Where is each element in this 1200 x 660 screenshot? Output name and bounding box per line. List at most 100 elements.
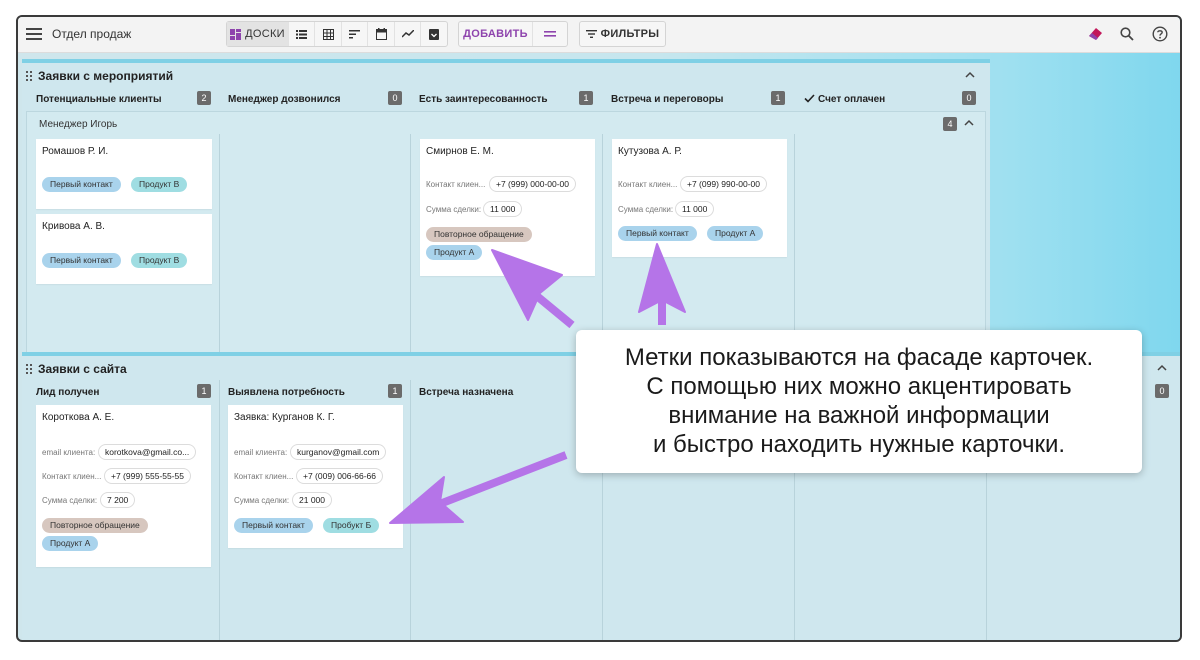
count-badge: 1	[771, 91, 785, 105]
kanban-card[interactable]: Кутузова А. Р. Контакт клиен... +7 (099)…	[612, 139, 787, 257]
kanban-card[interactable]: Короткова А. Е. email клиента: korotkova…	[36, 405, 211, 567]
table-view-button[interactable]	[315, 22, 342, 46]
filters-label: ФИЛЬТРЫ	[600, 28, 660, 40]
column-divider	[410, 134, 411, 352]
card-title: Заявка: Курганов К. Г.	[234, 412, 335, 423]
callout-line: и быстро находить нужные карточки.	[652, 431, 1066, 458]
kanban-card[interactable]: Ромашов Р. И. Первый контакт Продукт В	[36, 139, 212, 209]
column-divider	[794, 134, 795, 352]
kanban-card[interactable]: Смирнов Е. М. Контакт клиен... +7 (999) …	[420, 139, 595, 276]
sort-button[interactable]	[342, 22, 368, 46]
view-switcher: ДОСКИ	[226, 21, 448, 47]
column-divider	[410, 380, 411, 640]
column-header: Счет оплачен	[818, 93, 886, 105]
callout-line: Метки показываются на фасаде карточек.	[624, 344, 1094, 371]
tag-chip: Первый контакт	[42, 177, 121, 192]
tag-chip: Повторное обращение	[426, 227, 532, 242]
list-view-button[interactable]	[289, 22, 315, 46]
archive-button[interactable]	[421, 22, 447, 46]
boards-view-button[interactable]: ДОСКИ	[227, 22, 289, 46]
tag-chip: Продукт А	[707, 226, 764, 241]
sum-value: 21 000	[292, 492, 332, 508]
sum-value: 11 000	[483, 201, 523, 217]
count-badge: 1	[388, 384, 402, 398]
check-icon	[804, 94, 815, 103]
search-icon[interactable]	[1118, 25, 1136, 43]
field-label: Контакт клиен...	[618, 180, 678, 189]
column-divider	[219, 380, 220, 640]
app-window: Отдел продаж ДОСКИ ДОБАВИТЬ ФИЛЬТРЫ Заяв…	[16, 15, 1182, 642]
card-title: Кривова А. В.	[42, 221, 105, 232]
field-label: Сумма сделки:	[234, 496, 290, 505]
count-badge: 0	[962, 91, 976, 105]
chevron-up-icon[interactable]	[964, 70, 976, 80]
drag-icon[interactable]	[26, 364, 34, 374]
tag-chip: Продукт В	[131, 177, 188, 192]
panel-title: Заявки с мероприятий	[38, 69, 174, 83]
count-badge: 2	[197, 91, 211, 105]
lane-title: Менеджер Игорь	[39, 119, 118, 130]
column-header: Лид получен	[36, 386, 100, 398]
sum-value: 11 000	[675, 201, 715, 217]
add-button[interactable]: ДОБАВИТЬ	[459, 22, 533, 46]
tag-chip: Первый контакт	[618, 226, 697, 241]
chevron-up-icon[interactable]	[1156, 363, 1168, 373]
count-badge: 0	[388, 91, 402, 105]
kanban-card[interactable]: Кривова А. В. Первый контакт Продукт В	[36, 214, 212, 284]
kanban-card[interactable]: Заявка: Курганов К. Г. email клиента: ku…	[228, 405, 403, 548]
table-icon	[322, 28, 334, 40]
archive-icon	[429, 28, 439, 40]
phone-value: +7 (099) 990-00-00	[680, 176, 768, 192]
count-badge: 1	[579, 91, 593, 105]
field-label: email клиента:	[234, 448, 288, 457]
drag-icon[interactable]	[26, 71, 34, 81]
callout-line: внимание на важной информации	[668, 402, 1050, 429]
tag-chip: Повторное обращение	[42, 518, 148, 533]
list-icon	[296, 29, 307, 39]
tag-chip: Продукт В	[131, 253, 188, 268]
swimlane: Менеджер Игорь 4 Ромашов Р. И. Первый ко…	[26, 111, 986, 353]
column-header: Потенциальные клиенты	[36, 93, 162, 105]
toolbar: Отдел продаж ДОСКИ ДОБАВИТЬ ФИЛЬТРЫ	[18, 17, 1180, 53]
field-label: Контакт клиен...	[42, 472, 102, 481]
add-options-button[interactable]	[533, 22, 567, 46]
field-label: Сумма сделки:	[426, 205, 482, 214]
field-label: Сумма сделки:	[42, 496, 98, 505]
menu-icon[interactable]	[26, 25, 42, 43]
chart-icon	[401, 30, 414, 38]
board-icon	[230, 28, 242, 40]
count-badge: 4	[943, 117, 957, 131]
calendar-view-button[interactable]	[368, 22, 395, 46]
add-label: ДОБАВИТЬ	[463, 28, 528, 40]
help-icon[interactable]	[1151, 25, 1169, 43]
add-group: ДОБАВИТЬ	[458, 21, 568, 47]
tag-chip: Первый контакт	[42, 253, 121, 268]
board-title: Отдел продаж	[52, 27, 132, 41]
field-label: Сумма сделки:	[618, 205, 674, 214]
panel-events: Заявки с мероприятий Потенциальные клиен…	[22, 59, 990, 353]
boards-label: ДОСКИ	[245, 28, 285, 40]
sum-value: 7 200	[100, 492, 136, 508]
hint-callout: Метки показываются на фасаде карточек. С…	[576, 330, 1142, 473]
filter-group: ФИЛЬТРЫ	[579, 21, 666, 47]
eraser-icon[interactable]	[1086, 25, 1104, 43]
column-header: Выявлена потребность	[228, 386, 345, 398]
column-header: Встреча и переговоры	[611, 93, 724, 105]
chevron-up-icon[interactable]	[963, 118, 975, 128]
field-label: email клиента:	[42, 448, 96, 457]
card-title: Ромашов Р. И.	[42, 146, 109, 157]
chart-view-button[interactable]	[395, 22, 421, 46]
filter-icon	[585, 30, 597, 38]
tag-chip: Продукт А	[42, 536, 99, 551]
card-title: Короткова А. Е.	[42, 412, 115, 423]
phone-value: +7 (009) 006-66-66	[296, 468, 384, 484]
column-header: Есть заинтересованность	[419, 93, 548, 105]
email-value: kurganov@gmail.com	[290, 444, 387, 460]
card-title: Кутузова А. Р.	[618, 146, 682, 157]
field-label: Контакт клиен...	[234, 472, 294, 481]
phone-value: +7 (999) 555-55-55	[104, 468, 192, 484]
count-badge: 1	[197, 384, 211, 398]
column-divider	[602, 134, 603, 352]
filters-button[interactable]: ФИЛЬТРЫ	[580, 22, 665, 46]
tag-chip: Пробукт Б	[323, 518, 380, 533]
